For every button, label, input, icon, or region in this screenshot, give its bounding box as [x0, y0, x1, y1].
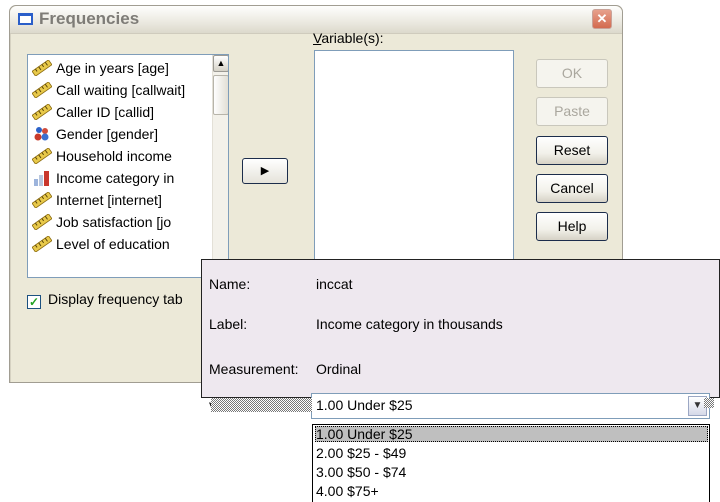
list-item[interactable]: Income category in	[28, 167, 208, 189]
measurement-value: Ordinal	[316, 361, 362, 377]
list-item[interactable]: Call waiting [callwait]	[28, 79, 208, 101]
reset-button[interactable]: Reset	[536, 136, 608, 165]
value-labels-selected: 1.00 Under $25	[316, 397, 413, 413]
list-item-label: Income category in	[56, 170, 175, 186]
dropdown-option[interactable]: 1.00 Under $25	[315, 426, 708, 442]
display-frequency-label[interactable]: Display frequency tab	[48, 291, 183, 307]
list-item-label: Caller ID [callid]	[56, 104, 155, 120]
scale-icon	[31, 81, 53, 99]
list-item-label: Call waiting [callwait]	[56, 82, 186, 98]
measurement-label: Measurement:	[209, 361, 299, 377]
list-item[interactable]: Internet [internet]	[28, 189, 208, 211]
scale-icon	[31, 59, 53, 77]
list-item-label: Household income	[56, 148, 172, 164]
scroll-thumb[interactable]	[213, 75, 228, 115]
list-item[interactable]: Level of education	[28, 233, 208, 255]
selected-variables-list[interactable]	[314, 50, 514, 277]
dropdown-option[interactable]: 4.00 $75+	[315, 483, 708, 499]
scale-icon	[31, 103, 53, 121]
scroll-up-button[interactable]: ▲	[213, 55, 228, 72]
window-title: Frequencies	[39, 9, 140, 28]
move-to-variables-button[interactable]: ▶	[242, 158, 288, 184]
list-item[interactable]: Age in years [age]	[28, 57, 208, 79]
variable-info-popup: Name: inccat Label: Income category in t…	[201, 259, 720, 419]
name-label: Name:	[209, 276, 251, 292]
scale-icon	[31, 235, 53, 253]
dropdown-option[interactable]: 3.00 $50 - $74	[315, 464, 708, 480]
dropdown-option[interactable]: 2.00 $25 - $49	[315, 445, 708, 461]
list-item-label: Job satisfaction [jo	[56, 214, 172, 230]
scale-icon	[31, 213, 53, 231]
ordinal-icon	[32, 170, 52, 186]
display-frequency-checkbox[interactable]: ✓	[27, 295, 41, 309]
scale-icon	[31, 191, 53, 209]
list-item[interactable]: Caller ID [callid]	[28, 101, 208, 123]
cancel-button[interactable]: Cancel	[536, 174, 608, 203]
source-variable-list[interactable]: Age in years [age] Call waiting [callwait…	[27, 54, 229, 278]
list-item[interactable]: Gender [gender]	[28, 123, 208, 145]
popup-shadow	[211, 398, 312, 412]
nominal-icon	[32, 126, 52, 142]
list-item[interactable]: Job satisfaction [jo	[28, 211, 208, 233]
close-button[interactable]: ✕	[592, 9, 612, 29]
paste-button[interactable]: Paste	[536, 97, 608, 126]
variables-label: Variable(s):	[313, 30, 384, 46]
window-icon	[18, 13, 33, 25]
label-value: Income category in thousands	[316, 316, 503, 332]
list-item-label: Age in years [age]	[56, 60, 169, 76]
label-label: Label:	[209, 316, 248, 332]
variable-list-scrollbar[interactable]: ▲ ▼	[212, 55, 228, 277]
list-item-label: Gender [gender]	[56, 126, 158, 142]
value-labels-option-list[interactable]: 1.00 Under $25 2.00 $25 - $49 3.00 $50 - $…	[312, 424, 710, 502]
help-button[interactable]: Help	[536, 212, 608, 241]
list-item-label: Level of education	[56, 236, 170, 252]
list-item-label: Internet [internet]	[56, 192, 162, 208]
popup-shadow-corner	[704, 398, 714, 408]
list-item[interactable]: Household income	[28, 145, 208, 167]
ok-button[interactable]: OK	[536, 59, 608, 88]
scale-icon	[31, 147, 53, 165]
value-labels-dropdown[interactable]: 1.00 Under $25 ▼	[311, 393, 710, 419]
name-value: inccat	[316, 276, 353, 292]
